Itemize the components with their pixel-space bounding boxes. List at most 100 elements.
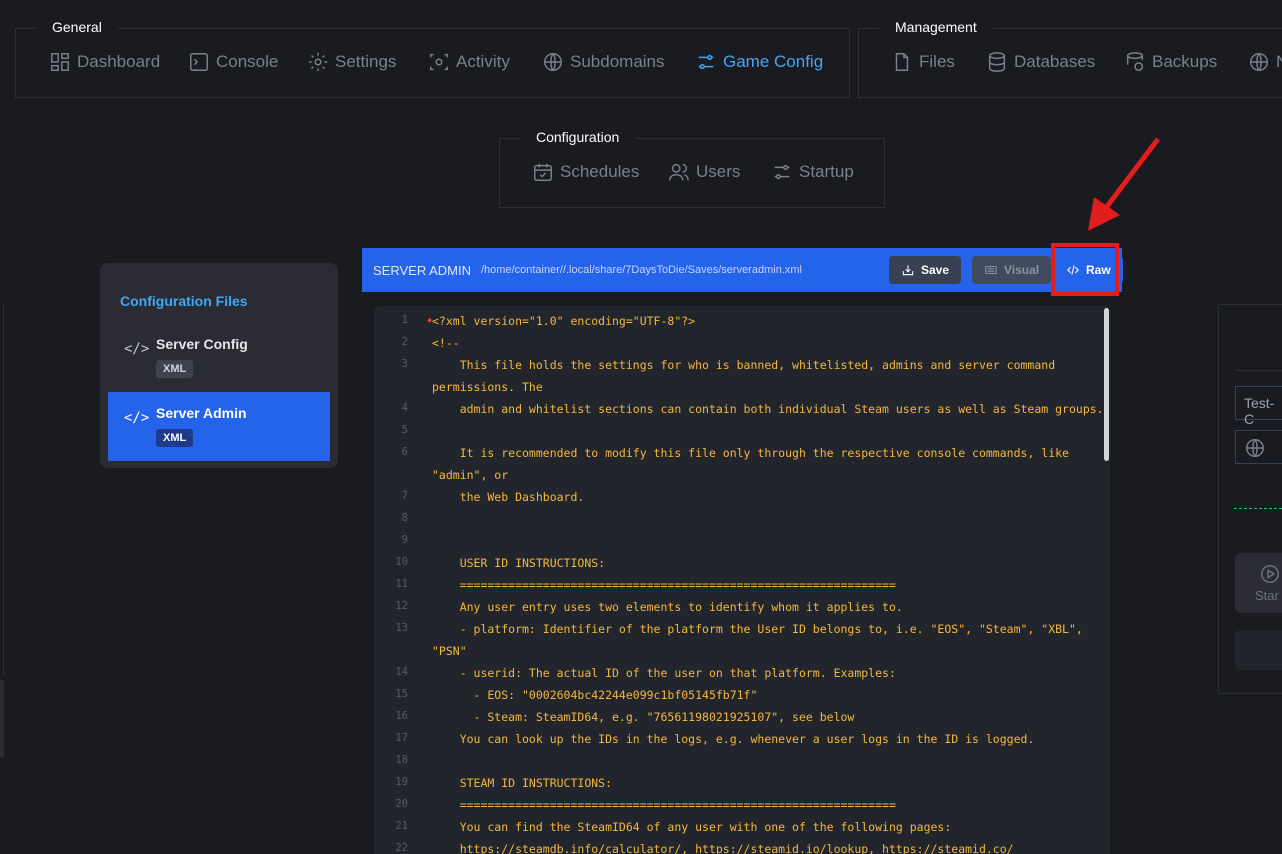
line-number: 2 bbox=[401, 336, 408, 348]
sliders-icon bbox=[698, 54, 714, 70]
line-text: STEAM ID INSTRUCTIONS: bbox=[432, 776, 613, 790]
line-number: 21 bbox=[395, 820, 408, 832]
line-number: 19 bbox=[395, 776, 408, 788]
line-text: <!-- bbox=[432, 336, 460, 350]
line-text: You can find the SteamID64 of any user w… bbox=[432, 820, 952, 834]
calendar-icon bbox=[534, 163, 552, 181]
file-item-server-admin[interactable]: </> Server Admin XML bbox=[108, 392, 330, 461]
config-files-sidebar: Configuration Files </> Server Config XM… bbox=[100, 263, 338, 468]
line-text: You can look up the IDs in the logs, e.g… bbox=[432, 732, 1035, 746]
nav-subdomains[interactable]: Subdomains bbox=[542, 51, 665, 73]
line-text: the Web Dashboard. bbox=[432, 490, 585, 504]
network-globe-icon bbox=[1250, 53, 1268, 71]
line-number: 15 bbox=[395, 688, 408, 700]
nav-users[interactable]: Users bbox=[668, 161, 740, 183]
visual-button[interactable]: Visual bbox=[972, 256, 1052, 284]
database-icon bbox=[988, 52, 1006, 72]
line-text: - userid: The actual ID of the user on t… bbox=[432, 666, 896, 680]
globe-icon bbox=[1246, 439, 1264, 457]
nav-backups[interactable]: Backups bbox=[1124, 51, 1217, 73]
line-text: - platform: Identifier of the platform t… bbox=[432, 622, 1083, 636]
nav-game-config-label: Game Config bbox=[723, 52, 824, 71]
line-text: - EOS: "0002604bc42244e099c1bf05145fb71f… bbox=[432, 688, 758, 702]
code-editor[interactable]: • 1 <?xml version="1.0" encoding="UTF-8"?>… bbox=[374, 306, 1110, 854]
line-number: 8 bbox=[401, 512, 408, 524]
editor-header: SERVER ADMIN /home/container//.local/sha… bbox=[362, 248, 1123, 292]
save-label: Save bbox=[921, 263, 950, 277]
file-icon bbox=[895, 53, 909, 71]
raw-button-highlight bbox=[1051, 243, 1119, 296]
nav-settings-label: Settings bbox=[335, 52, 397, 71]
line-number: 13 bbox=[395, 622, 408, 634]
nav-schedules[interactable]: Schedules bbox=[532, 161, 639, 183]
backup-icon bbox=[1126, 52, 1144, 71]
line-number: 4 bbox=[401, 402, 408, 414]
management-group-title: Management bbox=[879, 15, 993, 41]
play-icon bbox=[1261, 565, 1279, 583]
visual-label: Visual bbox=[1004, 263, 1040, 277]
line-text: Any user entry uses two elements to iden… bbox=[432, 600, 903, 614]
file-type-badge: XML bbox=[156, 429, 194, 447]
nav-startup-label: Startup bbox=[799, 162, 854, 181]
line-text: "PSN" bbox=[432, 644, 467, 658]
terminal-icon bbox=[190, 53, 208, 71]
nav-network-label: N bbox=[1276, 52, 1282, 72]
nav-game-config[interactable]: Game Config bbox=[695, 51, 823, 73]
line-text: It is recommended to modify this file on… bbox=[432, 446, 1069, 460]
panel-button[interactable] bbox=[1235, 630, 1282, 670]
nav-activity[interactable]: Activity bbox=[428, 51, 510, 73]
nav-dashboard-label: Dashboard bbox=[77, 52, 161, 71]
annotation-arrow-icon bbox=[1088, 137, 1160, 231]
line-number: 9 bbox=[401, 534, 408, 546]
save-button[interactable]: Save bbox=[889, 256, 962, 284]
nav-dashboard[interactable]: Dashboard bbox=[49, 51, 160, 73]
file-item-server-config[interactable]: </> Server Config XML bbox=[108, 323, 330, 392]
line-text: USER ID INSTRUCTIONS: bbox=[432, 556, 606, 570]
start-button[interactable]: Star bbox=[1235, 553, 1282, 613]
file-name: Server Admin bbox=[156, 405, 247, 421]
line-text: permissions. The bbox=[432, 380, 543, 394]
address-field[interactable] bbox=[1235, 430, 1282, 464]
save-download-icon bbox=[902, 265, 914, 276]
nav-files[interactable]: Files bbox=[891, 51, 955, 73]
line-number: 6 bbox=[401, 446, 408, 458]
code-icon: </> bbox=[124, 341, 150, 357]
sidebar-title: Configuration Files bbox=[120, 293, 248, 309]
line-number: 7 bbox=[401, 490, 408, 502]
left-panel-edge-lower bbox=[0, 680, 4, 758]
line-number: 11 bbox=[395, 578, 408, 590]
nav-network[interactable]: N bbox=[1248, 51, 1282, 73]
file-type-badge: XML bbox=[156, 360, 194, 378]
line-text: "admin", or bbox=[432, 468, 509, 482]
line-number: 14 bbox=[395, 666, 408, 678]
line-number: 12 bbox=[395, 600, 408, 612]
line-text: ========================================… bbox=[432, 798, 896, 812]
dashboard-icon bbox=[51, 53, 69, 71]
users-icon bbox=[669, 163, 689, 181]
line-text: admin and whitelist sections can contain… bbox=[432, 402, 1104, 416]
line-text: ========================================… bbox=[432, 578, 896, 592]
nav-console-label: Console bbox=[216, 52, 279, 71]
nav-backups-label: Backups bbox=[1152, 52, 1218, 71]
globe-icon bbox=[544, 53, 562, 71]
gear-icon bbox=[308, 52, 328, 72]
panel-divider bbox=[1235, 370, 1282, 371]
line-text: This file holds the settings for who is … bbox=[432, 358, 1056, 372]
activity-eye-icon bbox=[430, 53, 448, 71]
nav-startup[interactable]: Startup bbox=[771, 161, 854, 183]
line-number: 18 bbox=[395, 754, 408, 766]
nav-console[interactable]: Console bbox=[188, 51, 278, 73]
nav-databases[interactable]: Databases bbox=[986, 51, 1095, 73]
editor-title: SERVER ADMIN bbox=[373, 263, 472, 278]
code-icon: </> bbox=[124, 410, 150, 426]
nav-databases-label: Databases bbox=[1014, 52, 1096, 71]
line-number: 16 bbox=[395, 710, 408, 722]
nav-settings[interactable]: Settings bbox=[307, 51, 396, 73]
file-name: Server Config bbox=[156, 336, 248, 352]
line-number: 17 bbox=[395, 732, 408, 744]
nav-files-label: Files bbox=[919, 52, 955, 71]
server-name-input[interactable]: Test-C bbox=[1235, 386, 1282, 427]
editor-scrollbar[interactable] bbox=[1104, 308, 1109, 461]
visual-icon bbox=[985, 265, 997, 275]
line-number: 5 bbox=[401, 424, 408, 436]
